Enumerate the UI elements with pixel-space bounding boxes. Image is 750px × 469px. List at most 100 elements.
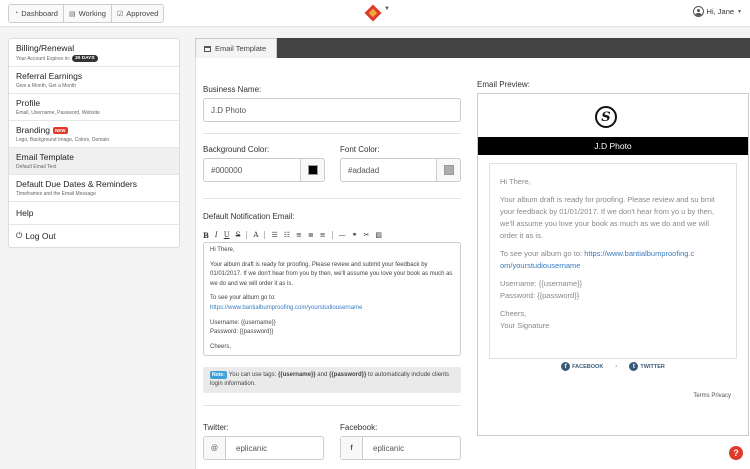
top-bar: ◔ Dashboard ▤ Working ☑ Approved ▼ Hi, J… (0, 0, 750, 27)
preview-email-body: Hi There, Your album draft is ready for … (489, 163, 737, 359)
sidebar-item-title: Branding NEW (16, 125, 172, 135)
email-paragraph: Your album draft is ready for proofing. … (210, 261, 453, 287)
font-color-swatch (443, 165, 454, 175)
bg-color-swatch (307, 165, 318, 175)
book-icon: ▤ (68, 10, 76, 18)
email-preview-label: Email Preview: (477, 80, 530, 89)
note-text: You can use tags: (228, 372, 278, 378)
separator-dot: • (615, 363, 618, 370)
power-icon: ⏻ (16, 231, 23, 240)
preview-business-name: J.D Photo (478, 137, 748, 155)
preview-see-album: To see your album go to: https://www.ban… (500, 248, 726, 272)
note-username-tag: {{username}} (277, 372, 316, 378)
studio-logo: S (595, 106, 617, 128)
strikethrough-icon[interactable]: S (236, 231, 241, 239)
link-icon[interactable]: ⚭ (352, 231, 358, 239)
user-avatar-icon (692, 6, 704, 17)
text-color-icon[interactable]: A (253, 231, 258, 239)
preview-facebook-label: FACEBOOK (572, 363, 604, 370)
editor-toolbar: B I U S A ☰ ☷ ≡ ≣ ≡ — ⚭ ✂ ▨ (203, 228, 382, 242)
sidebar-item-billing[interactable]: Billing/Renewal Your Account Expires in:… (9, 39, 179, 67)
sidebar-item-logout[interactable]: ⏻ Log Out (9, 225, 179, 247)
underline-icon[interactable]: U (224, 231, 230, 239)
twitter-value: eplicanic (236, 443, 268, 453)
sidebar-item-label: Help (16, 208, 34, 218)
facebook-label: Facebook: (340, 423, 378, 432)
font-color-swatch-button[interactable] (437, 158, 461, 182)
note-text: and (315, 372, 329, 378)
font-color-input[interactable]: #adadad (340, 158, 437, 182)
top-nav-buttons: ◔ Dashboard ▤ Working ☑ Approved (8, 4, 165, 23)
business-name-input[interactable]: J.D Photo (203, 98, 461, 122)
preview-twitter-link[interactable]: t TWITTER (629, 362, 665, 371)
divider (203, 198, 461, 199)
email-body-text[interactable]: Hi There, Your album draft is ready for … (205, 242, 459, 354)
sidebar-item-branding[interactable]: Branding NEW Logo, Background Image, Col… (9, 121, 179, 148)
sidebar-item-referral[interactable]: Referral Earnings Give a Month, Get a Mo… (9, 67, 179, 94)
tab-email-template[interactable]: Email Template (195, 38, 277, 58)
sidebar-item-profile[interactable]: Profile Email, Username, Password, Websi… (9, 94, 179, 121)
sidebar-item-label: Billing/Renewal (16, 43, 75, 53)
facebook-value: eplicanic (373, 443, 405, 453)
divider (203, 405, 461, 406)
align-center-icon[interactable]: ≣ (308, 231, 314, 239)
new-badge: NEW (53, 126, 68, 134)
sidebar-item-due-dates[interactable]: Default Due Dates & Reminders Timeframes… (9, 175, 179, 202)
image-icon[interactable]: ▨ (375, 231, 382, 239)
working-button[interactable]: ▤ Working (63, 5, 112, 22)
facebook-icon: f (341, 437, 363, 459)
sidebar-item-title: ⏻ Log Out (16, 231, 172, 241)
toolbar-divider (331, 231, 333, 239)
note-tag: Note: (210, 371, 227, 379)
sidebar-item-label: Email Template (16, 152, 74, 162)
sidebar-item-email-template[interactable]: Email Template Default Email Text (9, 148, 179, 175)
dashboard-label: Dashboard (21, 9, 58, 18)
twitter-label: Twitter: (203, 423, 229, 432)
check-square-icon: ☑ (116, 10, 124, 18)
twitter-input[interactable]: @ eplicanic (203, 436, 324, 460)
email-password: Password: {{password}} (210, 329, 274, 336)
bg-color-swatch-button[interactable] (301, 158, 325, 182)
sidebar-item-label: Branding (16, 125, 51, 135)
facebook-input[interactable]: f eplicanic (340, 436, 461, 460)
align-left-icon[interactable]: ≡ (296, 231, 302, 239)
email-cheers: Cheers, (210, 343, 232, 350)
help-button[interactable]: ? (729, 446, 743, 460)
twitter-icon: t (629, 362, 639, 371)
preview-terms-privacy[interactable]: Terms Privacy (693, 393, 731, 399)
unlink-icon[interactable]: ✂ (364, 231, 370, 239)
approved-button[interactable]: ☑ Approved (111, 5, 164, 22)
email-greeting: Hi There, (210, 247, 235, 253)
notification-email-label: Default Notification Email: (203, 212, 295, 221)
ordered-list-icon[interactable]: ☰ (271, 231, 277, 239)
chevron-down-icon[interactable]: ▼ (384, 6, 390, 12)
sidebar-item-help[interactable]: Help (9, 202, 179, 225)
email-username: Username: {{username}} (210, 319, 276, 326)
bg-color-input[interactable]: #000000 (203, 158, 301, 182)
dashboard-button[interactable]: ◔ Dashboard (9, 5, 64, 22)
preview-facebook-link[interactable]: f FACEBOOK (561, 362, 603, 371)
preview-username: Username: {{username}} (500, 279, 583, 288)
speedometer-icon: ◔ (14, 10, 19, 17)
email-album-link[interactable]: https://www.bantialbumproofing.com/yours… (210, 304, 454, 314)
preview-paragraph: Your album draft is ready for proofing. … (500, 195, 715, 240)
bold-icon[interactable]: B (203, 231, 209, 240)
sidebar-item-subtitle: Timeframes and the Email Message (16, 191, 96, 197)
sidebar-item-label: Log Out (25, 231, 56, 241)
tab-label: Email Template (215, 44, 267, 53)
align-right-icon[interactable]: ≡ (320, 231, 326, 239)
brand-logo[interactable] (364, 4, 382, 22)
approved-label: Approved (126, 9, 159, 18)
sidebar-item-subtitle: Your Account Expires in: 30 DAYS (16, 55, 172, 62)
toolbar-divider (246, 231, 248, 239)
at-icon: @ (204, 437, 226, 459)
horizontal-rule-icon[interactable]: — (339, 231, 346, 239)
window-icon (204, 45, 211, 52)
preview-social-links: f FACEBOOK • t TWITTER (478, 362, 748, 371)
unordered-list-icon[interactable]: ☷ (284, 231, 290, 239)
user-menu[interactable]: Hi, Jane ▼ (692, 6, 742, 17)
business-name-label: Business Name: (203, 85, 262, 94)
sidebar-item-label: Default Due Dates & Reminders (16, 179, 137, 189)
italic-icon[interactable]: I (215, 231, 218, 239)
preview-greeting: Hi There, (500, 177, 531, 186)
